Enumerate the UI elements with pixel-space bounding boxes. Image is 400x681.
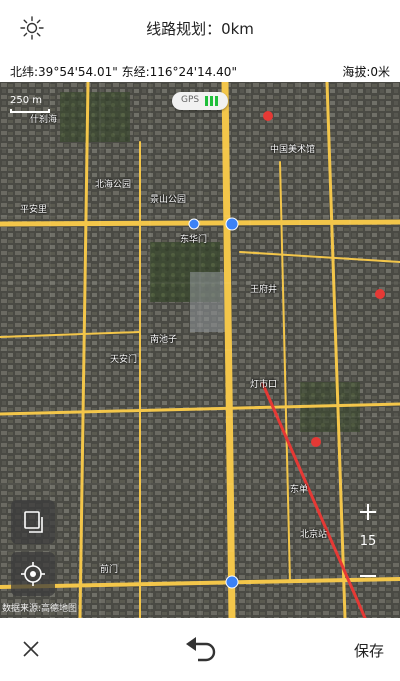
- gps-signal-icon: [205, 96, 219, 106]
- poi-label: 平安里: [20, 205, 48, 215]
- undo-icon: [186, 637, 216, 662]
- poi-label: 什刹海: [30, 115, 58, 125]
- zoom-out-button[interactable]: [346, 558, 390, 594]
- poi-label: 北海公园: [95, 180, 132, 190]
- plus-icon: [360, 504, 376, 520]
- poi-label: 景山公园: [150, 195, 187, 205]
- poi-label: 王府井: [250, 285, 278, 295]
- zoom-in-button[interactable]: [346, 494, 390, 530]
- poi-label: 南池子: [150, 335, 178, 345]
- route-plan-title: 线路规划：0km: [146, 20, 254, 38]
- poi-label: 灯市口: [250, 380, 278, 390]
- gps-label: GPS: [181, 95, 200, 105]
- coordinate-bar: 北纬:39°54'54.01" 东经:116°24'14.40" 海拔:0米: [0, 60, 400, 82]
- poi-label: 中国美术馆: [270, 145, 316, 155]
- altitude-readout: 海拔:0米: [342, 65, 390, 79]
- close-button[interactable]: [20, 638, 42, 660]
- scale-bar: [10, 109, 50, 113]
- save-button[interactable]: 保存: [354, 640, 384, 661]
- poi-label: 东单: [290, 485, 309, 495]
- bottom-bar: 保存: [0, 618, 400, 681]
- poi-label: 前门: [100, 565, 119, 575]
- poi-label: 东华门: [180, 235, 208, 245]
- lat-lng-readout: 北纬:39°54'54.01" 东经:116°24'14.40": [10, 65, 237, 79]
- locate-button[interactable]: [11, 552, 55, 596]
- scale-label: 250 m: [10, 95, 43, 106]
- page-title: 线路规划：0km: [0, 18, 400, 39]
- layers-button[interactable]: [11, 500, 55, 544]
- zoom-level: 15: [359, 534, 377, 549]
- top-bar: 线路规划：0km: [0, 0, 400, 56]
- poi-label: 天安门: [110, 355, 138, 365]
- undo-button[interactable]: [184, 636, 218, 662]
- gps-status-pill: GPS: [172, 92, 228, 110]
- zoom-controls: 15: [346, 494, 390, 602]
- minus-icon: [360, 575, 376, 577]
- satellite-map-image: [0, 82, 400, 618]
- close-icon: [23, 641, 39, 657]
- locate-icon: [21, 562, 45, 586]
- poi-label: 北京站: [300, 530, 328, 540]
- map-view[interactable]: 什刹海 平安里 北海公园 景山公园 中国美术馆 王府井 东华门 天安门 南池子 …: [0, 82, 400, 618]
- layers-icon: [24, 511, 43, 533]
- map-attribution: 数据来源:高德地图: [2, 604, 78, 614]
